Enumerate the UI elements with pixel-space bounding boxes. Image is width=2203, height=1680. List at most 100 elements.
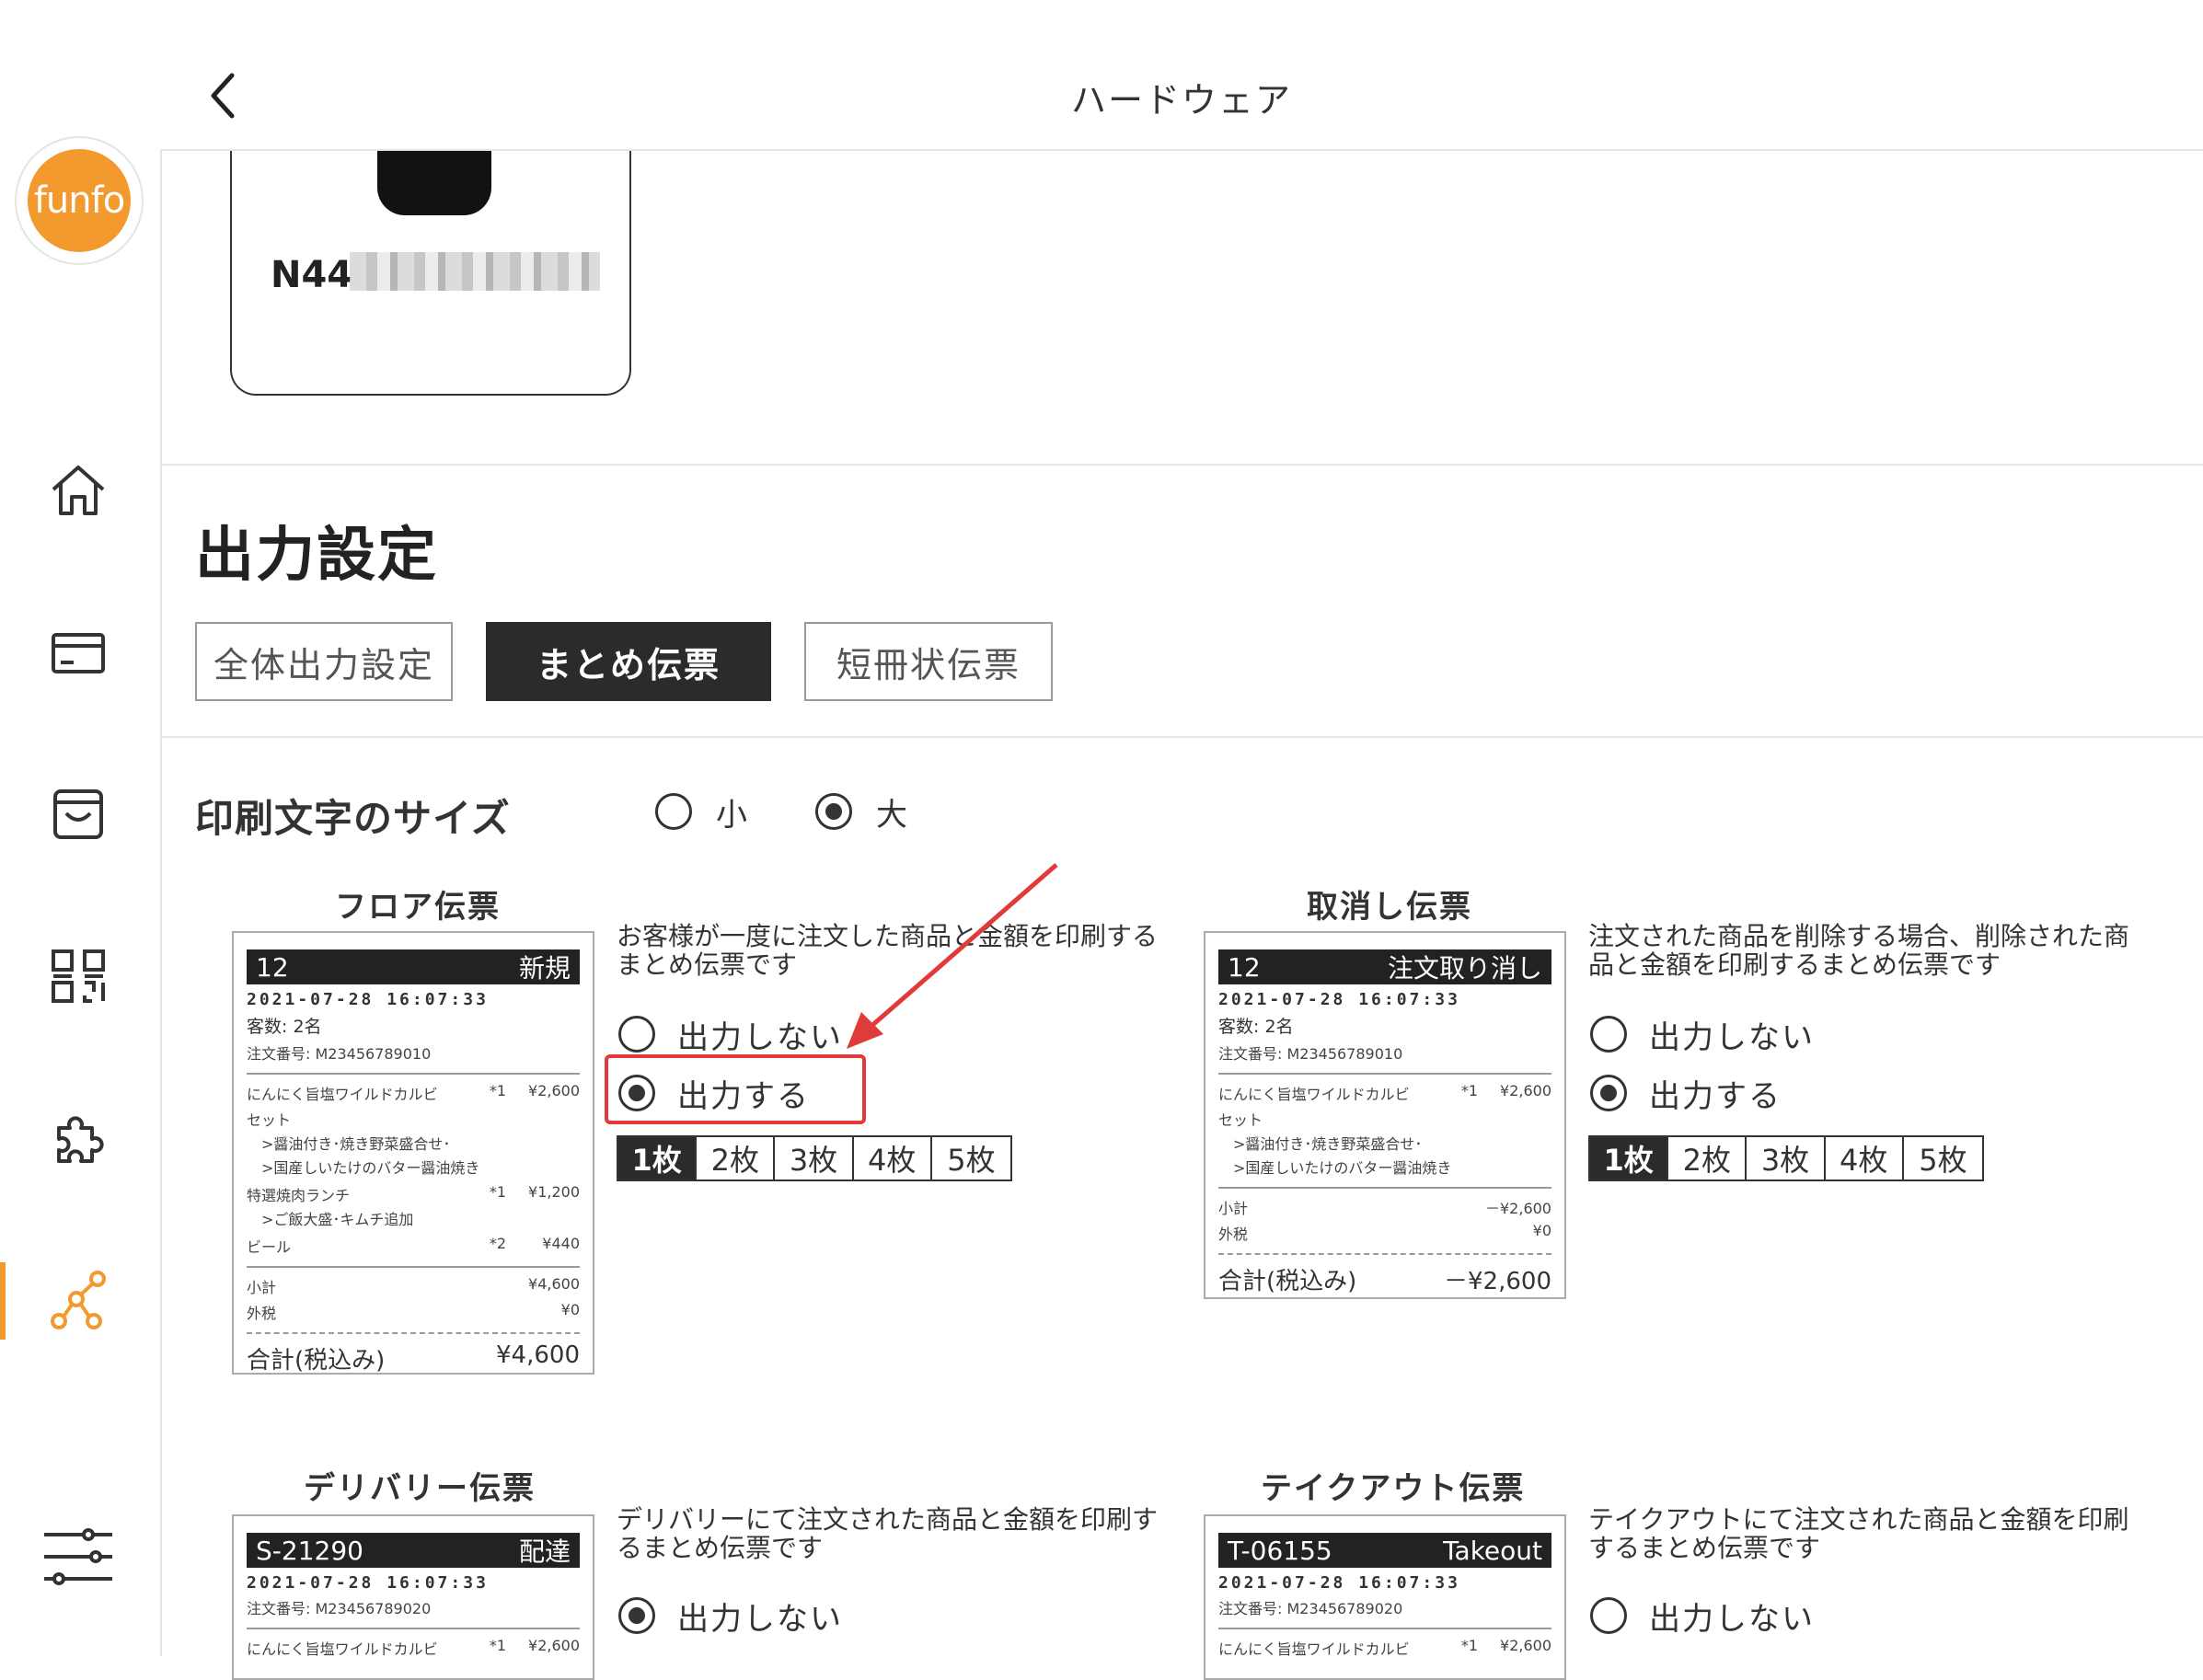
tab-strip-slip[interactable]: 短冊状伝票 bbox=[804, 622, 1053, 701]
sidebar: funfo bbox=[0, 0, 162, 1656]
copies-option[interactable]: 3枚 bbox=[775, 1137, 854, 1179]
logo-text: funfo bbox=[28, 149, 131, 252]
copies-option[interactable]: 5枚 bbox=[1904, 1137, 1982, 1179]
copies-option[interactable]: 2枚 bbox=[1668, 1137, 1747, 1179]
divider bbox=[160, 464, 2203, 466]
cancel-output-on-label: 出力する bbox=[1649, 1078, 1782, 1115]
page-title: ハードウェア bbox=[1070, 80, 1292, 121]
copies-option[interactable]: 4枚 bbox=[1826, 1137, 1904, 1179]
receipt-datetime: 2021-07-28 16:07:33 bbox=[1218, 1573, 1460, 1593]
receipt-number: T-06155 bbox=[1228, 1535, 1332, 1566]
print-font-size-label: 印刷文字のサイズ bbox=[195, 796, 511, 841]
receipt-order-no: 注文番号: M23456789010 bbox=[247, 1045, 432, 1063]
receipt-number: 12 bbox=[256, 951, 289, 983]
receipt-tag: 注文取り消し bbox=[1387, 953, 1542, 984]
receipt-number: S-21290 bbox=[256, 1535, 363, 1566]
receipt-subtotal: 小計 －¥2,600 bbox=[1218, 1200, 1551, 1217]
printer-name: N44 bbox=[271, 254, 353, 296]
copies-option[interactable]: 5枚 bbox=[932, 1137, 1010, 1179]
printer-card[interactable]: N44 bbox=[230, 120, 631, 396]
cancel-slip-preview: 12 注文取り消し 2021-07-28 16:07:33 客数: 2名 注文番号… bbox=[1204, 931, 1566, 1299]
receipt-item-option: >醤油付き･焼き野菜盛合せ･ bbox=[1233, 1135, 1423, 1153]
receipt-datetime: 2021-07-28 16:07:33 bbox=[247, 1573, 489, 1593]
takeout-slip-description: テイクアウトにて注文された商品と金額を印刷するまとめ伝票です bbox=[1588, 1504, 2129, 1563]
receipt-total: 合計(税込み) －¥2,600 bbox=[1218, 1268, 1551, 1295]
card-icon[interactable] bbox=[46, 620, 110, 685]
receipt-tax: 外税 ¥0 bbox=[247, 1301, 580, 1322]
cancel-slip-title: 取消し伝票 bbox=[1307, 889, 1472, 926]
receipt-order-no: 注文番号: M23456789020 bbox=[1218, 1600, 1403, 1617]
receipt-item: 特選焼肉ランチ *1 ¥1,200 bbox=[247, 1183, 580, 1204]
cancel-slip-description: 注文された商品を削除する場合、削除された商品と金額を印刷するまとめ伝票です bbox=[1588, 921, 2130, 980]
receipt-item-option: >醤油付き･焼き野菜盛合せ･ bbox=[261, 1135, 451, 1153]
active-indicator bbox=[0, 1262, 6, 1340]
copies-option[interactable]: 4枚 bbox=[854, 1137, 932, 1179]
box-icon[interactable] bbox=[46, 782, 110, 846]
home-icon[interactable] bbox=[46, 458, 110, 523]
receipt-item-cont: セット bbox=[1218, 1111, 1263, 1129]
font-size-large-label: 大 bbox=[876, 797, 909, 834]
font-size-small-label: 小 bbox=[716, 797, 749, 834]
receipt-tax: 外税 ¥0 bbox=[1218, 1222, 1551, 1243]
delivery-output-off-label: 出力しない bbox=[677, 1601, 843, 1638]
receipt-item: ビール *2 ¥440 bbox=[247, 1235, 580, 1256]
receipt-order-no: 注文番号: M23456789020 bbox=[247, 1600, 432, 1617]
copies-option[interactable]: 2枚 bbox=[697, 1137, 776, 1179]
cancel-output-on-radio[interactable] bbox=[1590, 1075, 1627, 1111]
section-title: 出力設定 bbox=[195, 522, 438, 590]
qr-icon[interactable] bbox=[46, 944, 110, 1008]
cancel-output-off-label: 出力しない bbox=[1649, 1019, 1815, 1056]
delivery-slip-preview: S-21290 配達 2021-07-28 16:07:33 注文番号: M234… bbox=[232, 1514, 594, 1680]
receipt-item-option: >ご飯大盛･キムチ追加 bbox=[261, 1211, 414, 1228]
copies-option[interactable]: 1枚 bbox=[1590, 1137, 1669, 1179]
annotation-arrow bbox=[847, 863, 1058, 1049]
receipt-datetime: 2021-07-28 16:07:33 bbox=[1218, 990, 1460, 1009]
font-size-small-radio[interactable] bbox=[655, 793, 692, 830]
receipt-item: にんにく旨塩ワイルドカルビ *1 ¥2,600 bbox=[247, 1082, 580, 1103]
cancel-output-off-radio[interactable] bbox=[1590, 1016, 1627, 1053]
receipt-item: にんにく旨塩ワイルドカルビ *1 ¥2,600 bbox=[1218, 1082, 1551, 1103]
receipt-total: 合計(税込み) ¥4,600 bbox=[247, 1341, 580, 1375]
network-icon[interactable] bbox=[46, 1268, 110, 1332]
printer-serial-redacted bbox=[350, 252, 600, 291]
takeout-output-off-radio[interactable] bbox=[1590, 1597, 1627, 1634]
receipt-item: にんにく旨塩ワイルドカルビ *1 ¥2,600 bbox=[247, 1637, 580, 1658]
tab-overall-output[interactable]: 全体出力設定 bbox=[195, 622, 453, 701]
floor-output-off-label: 出力しない bbox=[677, 1019, 843, 1056]
receipt-item-option: >国産しいたけのバター醤油焼き bbox=[1233, 1159, 1452, 1177]
receipt-order-no: 注文番号: M23456789010 bbox=[1218, 1045, 1403, 1063]
delivery-slip-description: デリバリーにて注文された商品と金額を印刷するまとめ伝票です bbox=[617, 1504, 1159, 1563]
receipt-item-cont: セット bbox=[247, 1111, 292, 1129]
floor-output-off-radio[interactable] bbox=[618, 1016, 655, 1053]
receipt-number: 12 bbox=[1228, 951, 1261, 983]
printer-image bbox=[377, 151, 491, 215]
floor-copies-selector: 1枚 2枚 3枚 4枚 5枚 bbox=[617, 1135, 1012, 1181]
delivery-slip-title: デリバリー伝票 bbox=[304, 1470, 536, 1507]
sliders-icon[interactable] bbox=[40, 1525, 116, 1590]
receipt-tag: 配達 bbox=[518, 1536, 571, 1567]
annotation-highlight-box bbox=[605, 1054, 866, 1124]
puzzle-icon[interactable] bbox=[46, 1106, 110, 1170]
floor-slip-preview: 12 新規 2021-07-28 16:07:33 客数: 2名 注文番号: M2… bbox=[232, 931, 594, 1375]
divider bbox=[160, 736, 2203, 738]
cancel-copies-selector: 1枚 2枚 3枚 4枚 5枚 bbox=[1588, 1135, 1984, 1181]
delivery-output-off-radio[interactable] bbox=[618, 1597, 655, 1634]
receipt-datetime: 2021-07-28 16:07:33 bbox=[247, 990, 489, 1009]
receipt-guests: 客数: 2名 bbox=[247, 1017, 322, 1037]
takeout-output-off-label: 出力しない bbox=[1649, 1601, 1815, 1638]
takeout-slip-preview: T-06155 Takeout 2021-07-28 16:07:33 注文番号:… bbox=[1204, 1514, 1566, 1680]
receipt-tag: Takeout bbox=[1443, 1535, 1542, 1566]
copies-option[interactable]: 3枚 bbox=[1747, 1137, 1826, 1179]
header: ハードウェア bbox=[160, 0, 2203, 151]
takeout-slip-title: テイクアウト伝票 bbox=[1261, 1470, 1526, 1507]
receipt-subtotal: 小計 ¥4,600 bbox=[247, 1275, 580, 1296]
floor-slip-title: フロア伝票 bbox=[335, 889, 501, 926]
receipt-item-option: >国産しいたけのバター醤油焼き bbox=[261, 1159, 480, 1177]
receipt-item: にんにく旨塩ワイルドカルビ *1 ¥2,600 bbox=[1218, 1637, 1551, 1658]
receipt-tag: 新規 bbox=[518, 953, 571, 984]
font-size-large-radio[interactable] bbox=[815, 793, 852, 830]
funfo-logo[interactable]: funfo bbox=[15, 136, 144, 265]
receipt-guests: 客数: 2名 bbox=[1218, 1017, 1294, 1037]
tab-summary-slip[interactable]: まとめ伝票 bbox=[486, 622, 771, 701]
copies-option[interactable]: 1枚 bbox=[618, 1137, 698, 1179]
